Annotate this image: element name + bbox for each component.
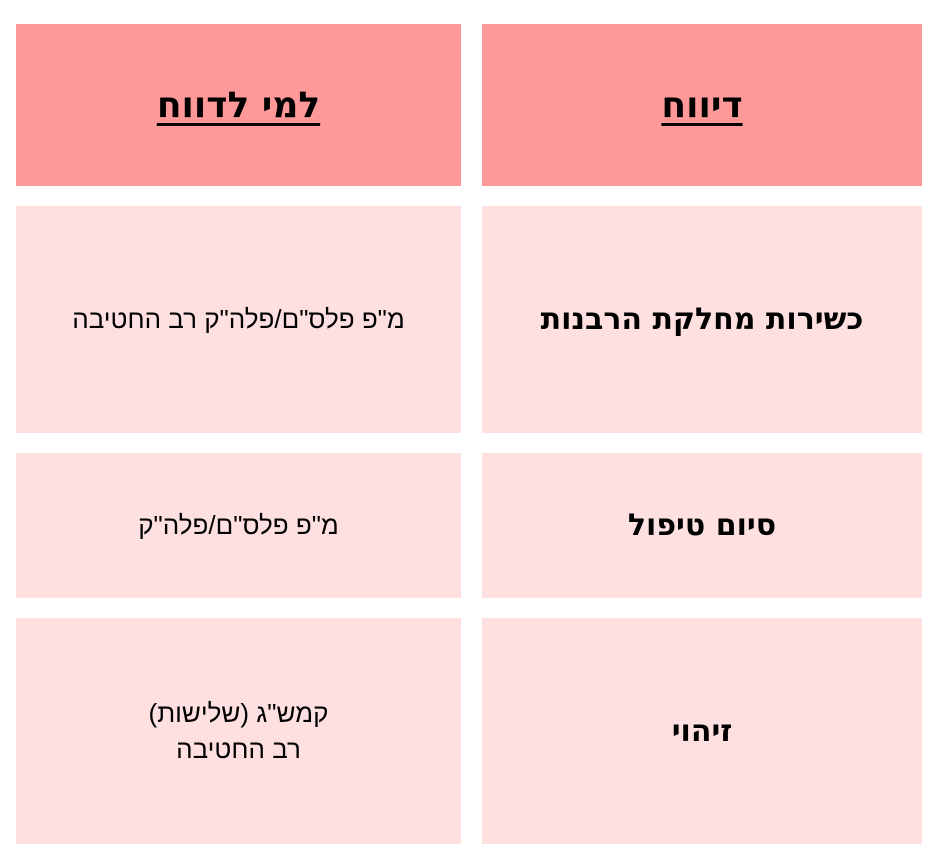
row-1-report-cell: כשירות מחלקת הרבנות bbox=[482, 206, 922, 433]
row-1-recipient-line-1: מ"פ פלס"ם/פלה"ק רב החטיבה bbox=[72, 304, 405, 335]
row-2-report-cell: סיום טיפול bbox=[482, 453, 922, 598]
row-1-report: כשירות מחלקת הרבנות bbox=[540, 302, 864, 337]
row-3-recipient-line-1: קמש"ג (שלישות) bbox=[148, 697, 329, 728]
header-cell-recipient: למי לדווח bbox=[16, 24, 461, 186]
row-3-recipient-cell: קמש"ג (שלישות) רב החטיבה bbox=[16, 618, 461, 844]
row-1-recipient: מ"פ פלס"ם/פלה"ק רב החטיבה bbox=[72, 301, 405, 337]
row-3-report-cell: זיהוי bbox=[482, 618, 922, 844]
header-cell-report: דיווח bbox=[482, 24, 922, 186]
row-3-recipient-line-2: רב החטיבה bbox=[176, 734, 301, 764]
header-recipient-label: למי לדווח bbox=[156, 84, 321, 126]
row-3-report: זיהוי bbox=[671, 713, 733, 749]
report-table: למי לדווח דיווח מ"פ פלס"ם/פלה"ק רב החטיב… bbox=[16, 24, 922, 844]
row-2-recipient-cell: מ"פ פלס"ם/פלה"ק bbox=[16, 453, 461, 598]
row-2-report: סיום טיפול bbox=[627, 508, 777, 543]
row-2-recipient: מ"פ פלס"ם/פלה"ק bbox=[138, 507, 339, 543]
header-report-label: דיווח bbox=[661, 84, 743, 126]
row-2-recipient-line-1: מ"פ פלס"ם/פלה"ק bbox=[138, 510, 339, 541]
row-1-recipient-cell: מ"פ פלס"ם/פלה"ק רב החטיבה bbox=[16, 206, 461, 433]
row-3-recipient: קמש"ג (שלישות) רב החטיבה bbox=[149, 695, 329, 768]
